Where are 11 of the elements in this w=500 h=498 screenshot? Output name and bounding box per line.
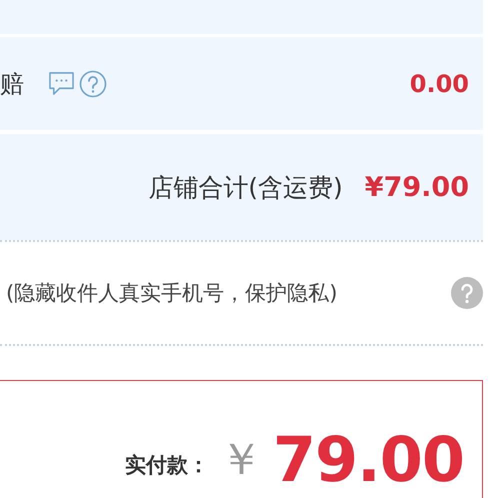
help-icon[interactable] xyxy=(451,277,483,309)
help-icon[interactable] xyxy=(79,70,107,98)
chat-bubble-icon[interactable] xyxy=(48,71,75,96)
payment-amount: 79.00 xyxy=(272,422,464,496)
privacy-note: (隐藏收件人真实手机号，保护隐私) xyxy=(6,280,338,307)
payment-label: 实付款： xyxy=(124,452,209,479)
currency-sign: ￥ xyxy=(218,432,263,486)
fee-amount: 0.00 xyxy=(410,70,469,98)
store-total-label: 店铺合计(含运费) xyxy=(148,172,343,204)
store-total-amount: ¥79.00 xyxy=(364,172,469,202)
fee-label: 赔 xyxy=(0,68,24,100)
